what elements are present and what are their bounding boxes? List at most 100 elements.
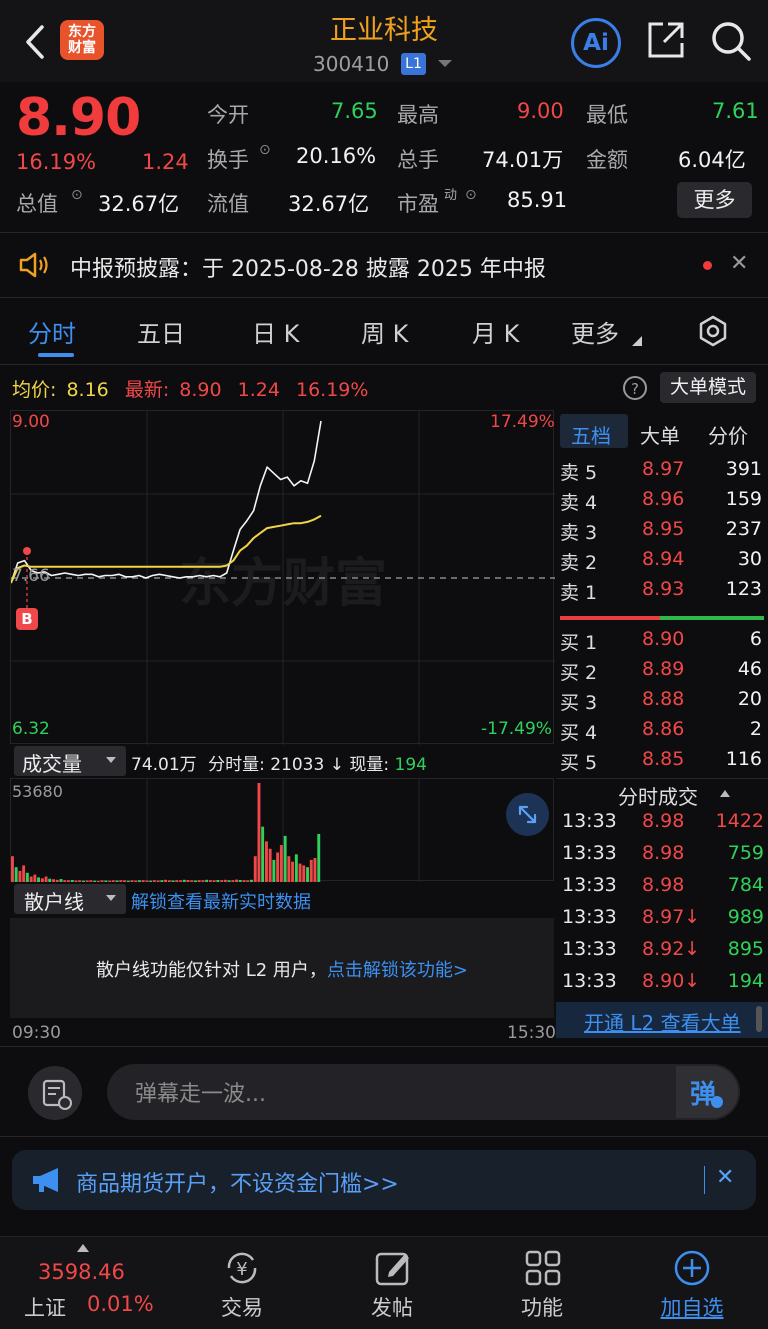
index-value[interactable]: 3598.46 bbox=[38, 1260, 125, 1284]
nav-post[interactable]: 发帖 bbox=[342, 1292, 442, 1322]
tab-weekly-k[interactable]: 周 K bbox=[361, 314, 408, 349]
volume-bar bbox=[306, 867, 309, 882]
volume-label: 总手 bbox=[397, 148, 439, 172]
comment-list-icon bbox=[42, 1079, 72, 1110]
volume-bar bbox=[268, 848, 272, 882]
tab-price-distribution[interactable]: 分价 bbox=[708, 420, 748, 449]
volume-bar bbox=[309, 859, 313, 882]
function-grid-icon[interactable] bbox=[523, 1248, 563, 1288]
danmu-toggle-button[interactable]: 弹 bbox=[676, 1066, 738, 1118]
share-icon[interactable] bbox=[646, 20, 686, 60]
nav-add-watchlist[interactable]: 加自选 bbox=[642, 1292, 742, 1322]
tab-five-day[interactable]: 五日 bbox=[137, 314, 185, 349]
volume-bar bbox=[14, 867, 18, 882]
tab-monthly-k[interactable]: 月 K bbox=[472, 314, 519, 349]
post-icon[interactable] bbox=[373, 1248, 413, 1288]
ask-row: 卖 2 8.94 30 bbox=[560, 548, 762, 574]
pe-info-icon[interactable]: ⊙ bbox=[465, 187, 477, 203]
index-percent[interactable]: 0.01% bbox=[87, 1292, 154, 1316]
volume-bar bbox=[313, 858, 317, 882]
unlock-feature-link[interactable]: 点击解锁该功能> bbox=[327, 960, 468, 981]
volume-bar bbox=[119, 880, 123, 882]
chart-y-bottom: 6.32 bbox=[12, 719, 50, 739]
volume-bar bbox=[179, 880, 182, 882]
volume-bar bbox=[48, 878, 52, 882]
volume-bar bbox=[182, 879, 186, 882]
buy-marker[interactable]: B bbox=[16, 608, 38, 630]
volume-bar bbox=[141, 880, 145, 882]
tab-more[interactable]: 更多 bbox=[571, 314, 619, 349]
trade-row: 13:33 8.97↓ 989 bbox=[562, 906, 764, 928]
comment-list-button[interactable] bbox=[28, 1066, 82, 1120]
danmu-input[interactable]: 弹幕走一波... bbox=[107, 1064, 740, 1120]
volume-bar bbox=[44, 876, 48, 882]
volume-bar bbox=[167, 880, 171, 882]
trade-row: 13:33 8.98 759 bbox=[562, 842, 764, 864]
close-icon[interactable]: ✕ bbox=[716, 1165, 734, 1190]
chart-watermark: 东方财富 bbox=[179, 555, 387, 613]
retail-selector[interactable]: 散户线 bbox=[14, 884, 126, 914]
help-icon[interactable]: ? bbox=[622, 375, 648, 401]
nav-trade[interactable]: 交易 bbox=[192, 1292, 292, 1322]
ask-row: 卖 3 8.95 237 bbox=[560, 518, 762, 544]
tab-order-levels[interactable]: 五档 bbox=[571, 420, 611, 449]
index-name[interactable]: 上证 bbox=[24, 1292, 66, 1322]
intraday-chart[interactable]: 东方财富 bbox=[10, 410, 555, 745]
volume-bar bbox=[231, 880, 235, 882]
amount-label: 金额 bbox=[586, 148, 628, 172]
close-icon[interactable]: ✕ bbox=[730, 251, 748, 276]
chart-y-mid: 7.66 bbox=[12, 566, 50, 586]
tab-daily-k[interactable]: 日 K bbox=[252, 314, 299, 349]
info-icon[interactable]: ⊙ bbox=[71, 187, 83, 203]
volume-bar bbox=[253, 856, 257, 882]
big-order-mode-button[interactable]: 大单模式 bbox=[660, 372, 756, 403]
notice-text[interactable]: 中报预披露：于 2025-08-28 披露 2025 年中报 bbox=[70, 251, 546, 283]
add-watchlist-icon[interactable] bbox=[672, 1248, 712, 1288]
nav-function[interactable]: 功能 bbox=[492, 1292, 592, 1322]
bid-list: 买 1 8.90 6 买 2 8.89 46 买 3 8.88 20 买 4 8.86 2 买 … bbox=[556, 628, 768, 778]
volume-bar bbox=[209, 880, 212, 882]
volume-bar bbox=[104, 880, 108, 882]
volume-bar bbox=[82, 880, 85, 882]
unlock-data-link[interactable]: 解锁查看最新实时数据 bbox=[131, 888, 311, 914]
volume-bar bbox=[287, 856, 291, 882]
more-button[interactable]: 更多 bbox=[677, 182, 752, 218]
chart-pct-bottom: -17.49% bbox=[481, 719, 552, 739]
turnover-info-icon[interactable]: ⊙ bbox=[259, 142, 271, 158]
change-amount: 1.24 bbox=[142, 150, 189, 174]
caret-down-icon[interactable] bbox=[438, 60, 452, 68]
volume-info: 74.01万 分时量: 21033 ↓ 现量: 194 bbox=[131, 750, 427, 775]
down-arrow-icon: ↓ bbox=[329, 755, 344, 775]
volume-bar bbox=[160, 880, 164, 882]
volume-bar bbox=[171, 880, 175, 882]
trades-title[interactable]: 分时成交 bbox=[618, 781, 698, 810]
volume-bar bbox=[201, 880, 205, 882]
turnover-label: 换手 bbox=[207, 148, 249, 172]
promo-banner[interactable]: 商品期货开户，不设资金门槛>> ✕ bbox=[12, 1150, 756, 1210]
level-badge[interactable]: L1 bbox=[401, 53, 426, 75]
settings-icon[interactable] bbox=[697, 315, 729, 347]
volume-bar bbox=[29, 876, 33, 882]
volume-bar bbox=[115, 880, 119, 882]
bid-row: 买 2 8.89 46 bbox=[560, 658, 762, 684]
l2-upgrade-bar[interactable]: 开通 L2 查看大单 bbox=[556, 1002, 768, 1038]
ai-button[interactable]: Ai bbox=[571, 18, 621, 68]
high-value: 9.00 bbox=[517, 99, 564, 123]
volume-bar bbox=[130, 880, 134, 882]
volume-bar bbox=[175, 880, 179, 882]
tab-big-orders[interactable]: 大单 bbox=[640, 420, 680, 449]
trade-row: 13:33 8.98 1422 bbox=[562, 810, 764, 832]
speaker-icon bbox=[19, 252, 48, 278]
volume-bar bbox=[152, 880, 156, 882]
volume-bar bbox=[123, 880, 126, 882]
trade-icon[interactable]: ¥ bbox=[221, 1248, 263, 1288]
volume-bar bbox=[52, 879, 55, 882]
expand-button[interactable] bbox=[506, 793, 549, 836]
change-percent: 16.19% bbox=[16, 150, 97, 174]
search-icon[interactable] bbox=[710, 20, 752, 62]
tab-intraday[interactable]: 分时 bbox=[28, 314, 76, 349]
scrollbar[interactable] bbox=[756, 1006, 762, 1032]
volume-selector[interactable]: 成交量 bbox=[14, 746, 126, 776]
volume-chart[interactable] bbox=[10, 778, 554, 882]
trade-list: 13:33 8.98 1422 13:33 8.98 759 13:33 8.98 784 … bbox=[556, 810, 768, 1002]
